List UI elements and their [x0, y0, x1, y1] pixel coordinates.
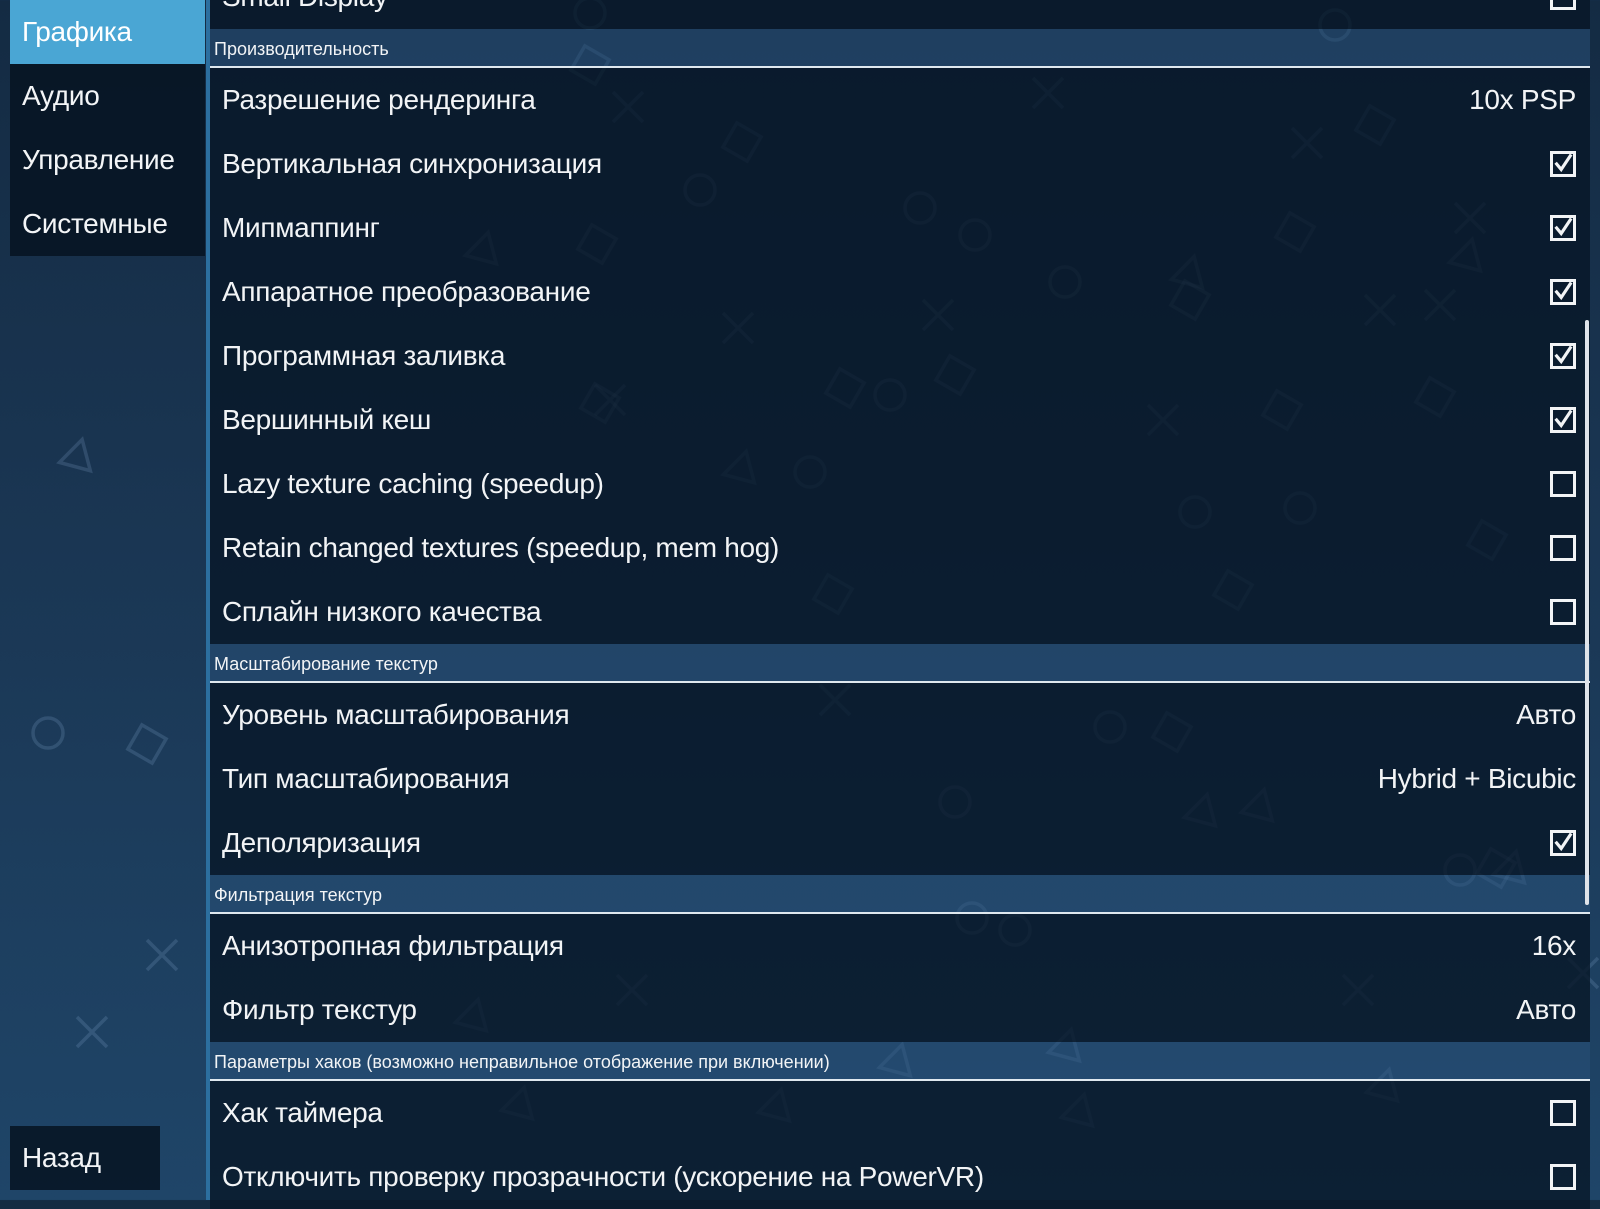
checkbox[interactable]: [1550, 599, 1576, 625]
checkmark-icon: [1554, 832, 1573, 852]
setting-value: 16x: [1531, 930, 1577, 961]
setting-label: Уровень масштабирования: [222, 699, 570, 730]
setting-label: Сплайн низкого качества: [222, 596, 542, 627]
setting-row-1[interactable]: Разрешение рендеринга 10x PSP: [210, 68, 1590, 132]
setting-label: Аппаратное преобразование: [222, 276, 591, 307]
setting-label: Вершинный кеш: [222, 404, 432, 435]
setting-row-6[interactable]: Вершинный кеш: [210, 388, 1590, 452]
checkmark-icon: [1554, 281, 1573, 301]
checkbox[interactable]: [1550, 407, 1576, 433]
checkbox[interactable]: [1550, 343, 1576, 369]
setting-label: Тип масштабирования: [222, 763, 510, 794]
setting-row-7[interactable]: Lazy texture caching (speedup): [210, 452, 1590, 516]
checkmark-icon: [1554, 153, 1573, 173]
setting-label: Small Display: [222, 0, 388, 13]
checkbox[interactable]: [1550, 1100, 1576, 1126]
setting-label: Lazy texture caching (speedup): [222, 468, 604, 499]
section-header: Фильтрация текстур: [210, 875, 1590, 914]
section-header: Масштабирование текстур: [210, 644, 1590, 683]
checkbox[interactable]: [1550, 471, 1576, 497]
setting-row-12[interactable]: Деполяризация: [210, 811, 1590, 875]
setting-label: Программная заливка: [222, 340, 506, 371]
setting-row-10[interactable]: Уровень масштабирования Авто: [210, 683, 1590, 747]
setting-label: Вертикальная синхронизация: [222, 148, 602, 179]
tab-controls[interactable]: Управление: [10, 128, 205, 192]
setting-label: Разрешение рендеринга: [222, 84, 536, 115]
back-button[interactable]: Назад: [10, 1126, 160, 1190]
setting-label: Хак таймера: [222, 1097, 383, 1128]
checkbox[interactable]: [1550, 279, 1576, 305]
setting-row-9[interactable]: Сплайн низкого качества: [210, 580, 1590, 644]
category-tabs: Графика Аудио Управление Системные: [10, 0, 205, 256]
setting-row-11[interactable]: Тип масштабирования Hybrid + Bicubic: [210, 747, 1590, 811]
setting-row-0[interactable]: Small Display: [210, 0, 1590, 29]
tab-system[interactable]: Системные: [10, 192, 205, 256]
setting-row-15[interactable]: Хак таймера: [210, 1081, 1590, 1145]
checkmark-icon: [1554, 345, 1573, 365]
section-header: Производительность: [210, 29, 1590, 68]
setting-row-8[interactable]: Retain changed textures (speedup, mem ho…: [210, 516, 1590, 580]
setting-row-3[interactable]: Мипмаппинг: [210, 196, 1590, 260]
setting-row-5[interactable]: Программная заливка: [210, 324, 1590, 388]
setting-label: Анизотропная фильтрация: [222, 930, 564, 961]
checkmark-icon: [1554, 217, 1573, 237]
checkbox[interactable]: [1550, 535, 1576, 561]
setting-label: Деполяризация: [222, 827, 421, 858]
checkbox[interactable]: [1550, 215, 1576, 241]
setting-value: Авто: [1516, 699, 1576, 730]
checkbox[interactable]: [1550, 0, 1576, 10]
tab-graphics[interactable]: Графика: [10, 0, 205, 64]
setting-value: Hybrid + Bicubic: [1377, 763, 1577, 794]
scrollbar[interactable]: [1585, 320, 1589, 905]
setting-row-13[interactable]: Анизотропная фильтрация 16x: [210, 914, 1590, 978]
setting-label: Retain changed textures (speedup, mem ho…: [222, 532, 780, 563]
setting-value: 10x PSP: [1469, 84, 1576, 115]
settings-list: Small DisplayПроизводительностьРазрешени…: [210, 0, 1590, 1209]
checkbox[interactable]: [1550, 830, 1576, 856]
tab-audio[interactable]: Аудио: [10, 64, 205, 128]
checkbox[interactable]: [1550, 151, 1576, 177]
setting-label: Фильтр текстур: [222, 994, 417, 1025]
setting-label: Мипмаппинг: [222, 212, 380, 243]
setting-row-14[interactable]: Фильтр текстур Авто: [210, 978, 1590, 1042]
setting-label: Отключить проверку прозрачности (ускорен…: [222, 1161, 984, 1192]
setting-row-4[interactable]: Аппаратное преобразование: [210, 260, 1590, 324]
setting-row-2[interactable]: Вертикальная синхронизация: [210, 132, 1590, 196]
checkmark-icon: [1554, 409, 1573, 429]
section-header: Параметры хаков (возможно неправильное о…: [210, 1042, 1590, 1081]
setting-row-16[interactable]: Отключить проверку прозрачности (ускорен…: [210, 1145, 1590, 1209]
setting-value: Авто: [1516, 994, 1576, 1025]
checkbox[interactable]: [1550, 1164, 1576, 1190]
